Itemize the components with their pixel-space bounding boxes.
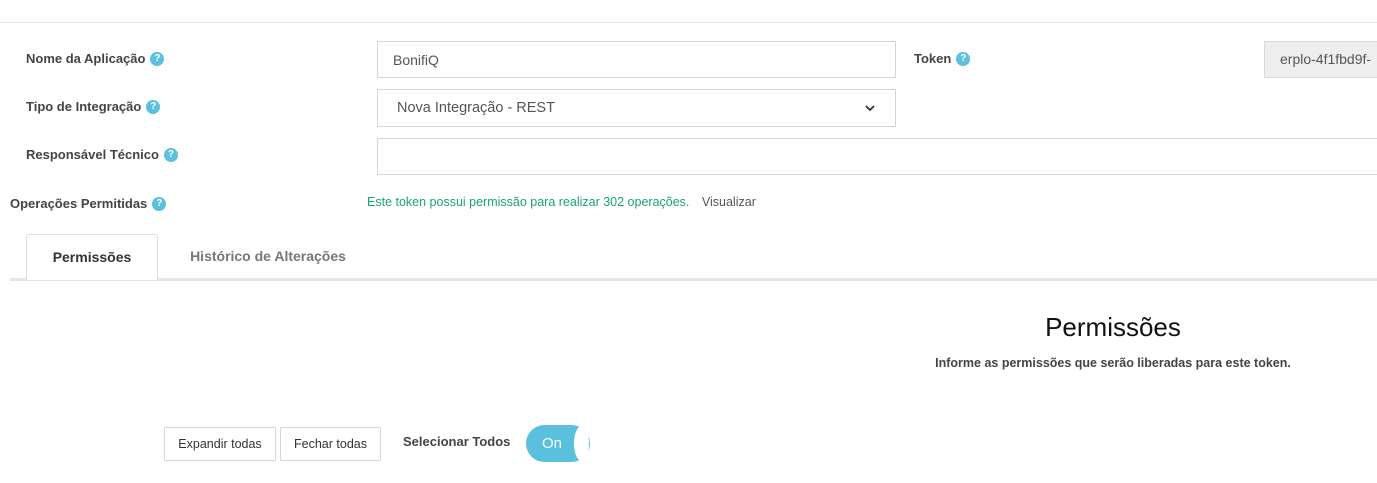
toggle-knob [574,426,589,461]
chevron-down-icon [865,105,875,112]
help-icon[interactable]: ? [150,51,165,66]
ops-count-text: Este token possui permissão para realiza… [367,195,690,209]
token-label-text: Token [914,51,952,66]
ops-label-text: Operações Permitidas [10,196,148,211]
integration-type-label: Tipo de Integração ? [26,99,161,114]
help-icon[interactable]: ? [956,51,971,66]
collapse-all-button[interactable]: Fechar todas [280,427,381,461]
integration-type-select[interactable]: Nova Integração - REST [377,89,896,127]
help-icon[interactable]: ? [146,99,161,114]
top-divider [0,22,1377,23]
help-icon[interactable]: ? [152,196,167,211]
toggle-state-label: On [542,435,563,452]
help-icon[interactable]: ? [163,147,178,162]
tabs-divider [10,278,1377,281]
permissions-subtitle: Informe as permissões que serão liberada… [935,356,1291,370]
integration-type-label-text: Tipo de Integração [26,99,142,114]
token-label: Token ? [914,51,971,66]
tech-responsible-input[interactable] [377,138,1377,175]
tab-change-history[interactable]: Histórico de Alterações [170,234,366,278]
app-name-label-text: Nome da Aplicação [26,51,146,66]
app-name-input[interactable] [377,41,896,78]
tab-permissions[interactable]: Permissões [26,234,158,280]
token-form-page: Nome da Aplicação ? Token ? erplo-4f1fbd… [0,0,1377,483]
app-name-label: Nome da Aplicação ? [26,51,165,66]
integration-type-value: Nova Integração - REST [397,100,555,116]
view-ops-link[interactable]: Visualizar [702,195,756,209]
ops-label: Operações Permitidas ? [10,196,167,211]
permissions-title: Permissões [1045,312,1181,342]
ops-info: Este token possui permissão para realiza… [367,195,756,209]
select-all-label: Selecionar Todos [403,434,511,449]
token-field[interactable]: erplo-4f1fbd9f- [1264,41,1377,78]
tech-responsible-label-text: Responsável Técnico [26,147,159,162]
select-all-toggle[interactable]: On [526,425,590,462]
expand-all-button[interactable]: Expandir todas [164,427,276,461]
tech-responsible-label: Responsável Técnico ? [26,147,178,162]
